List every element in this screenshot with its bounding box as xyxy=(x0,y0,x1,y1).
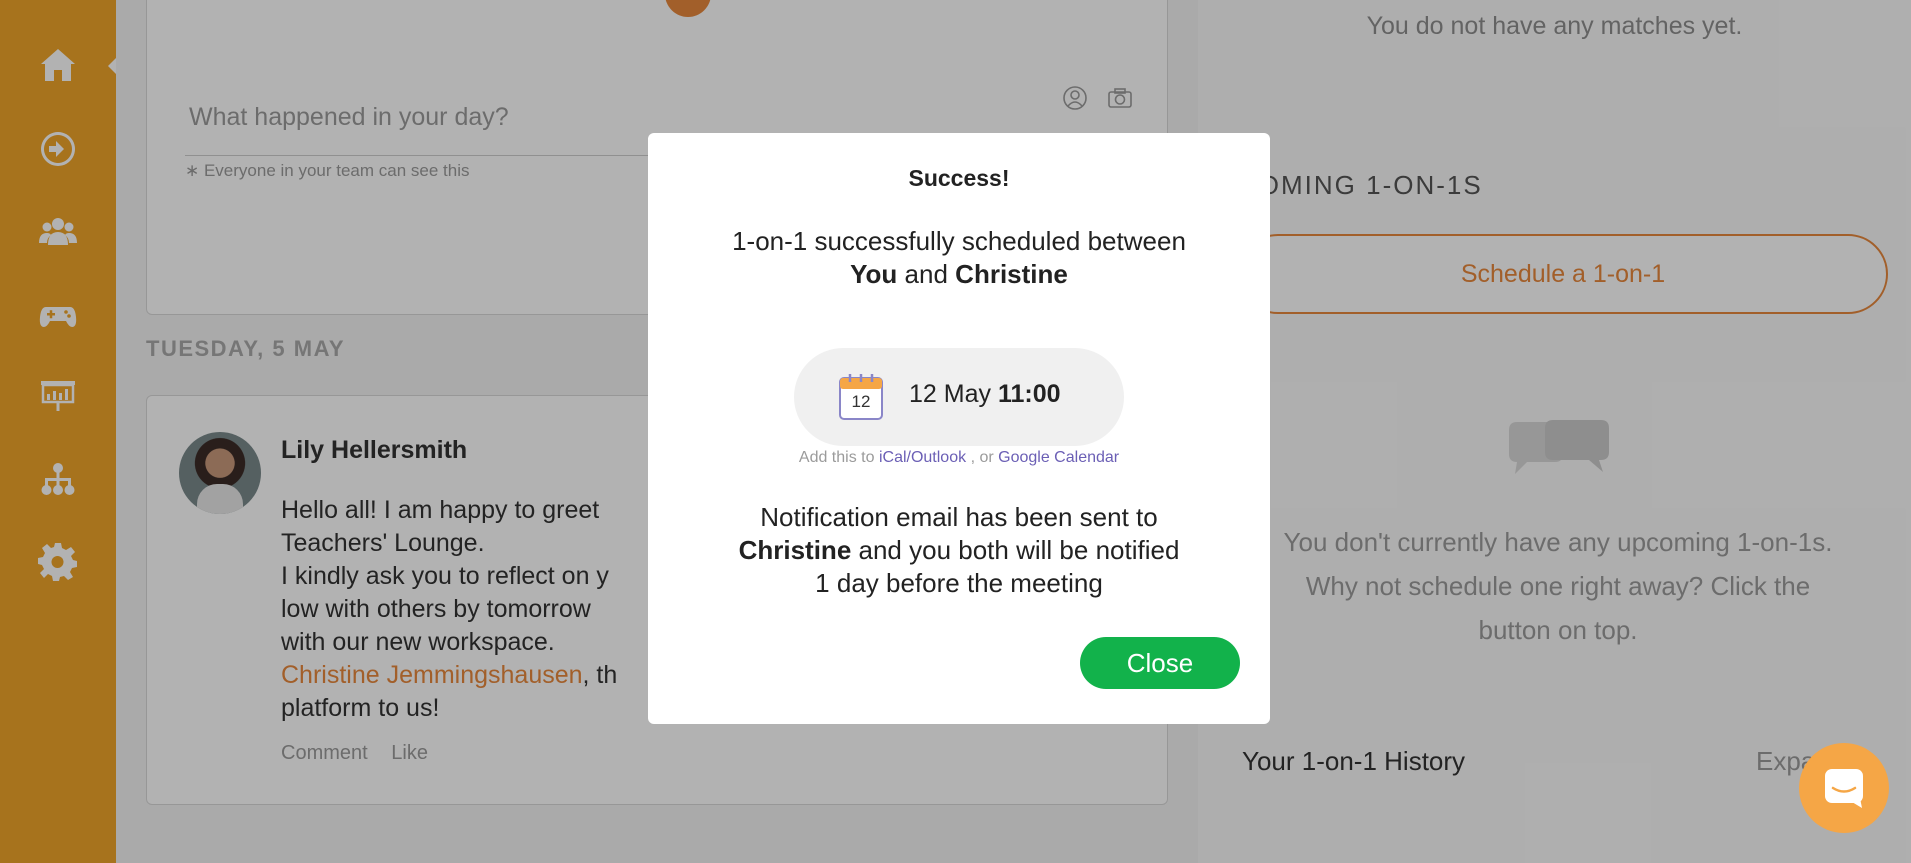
participant-name: Christine xyxy=(955,259,1068,289)
close-button[interactable]: Close xyxy=(1080,637,1240,689)
meeting-time: 11:00 xyxy=(997,380,1061,408)
notif-line: 1 day before the meeting xyxy=(815,568,1103,598)
date-pill: 12 12 May 11:00 xyxy=(794,348,1124,446)
notification-text: Notification email has been sent to Chri… xyxy=(708,501,1210,600)
modal-message-line: You and Christine xyxy=(648,258,1270,291)
calendar-day: 12 xyxy=(851,392,871,411)
notif-name: Christine xyxy=(738,535,852,565)
add-separator: , or xyxy=(970,449,994,466)
add-to-calendar: Add this to iCal/Outlook , or Google Cal… xyxy=(648,449,1270,467)
meeting-date: 12 May xyxy=(909,380,991,408)
ical-outlook-link[interactable]: iCal/Outlook xyxy=(879,449,966,466)
modal-message-line: 1-on-1 successfully scheduled between xyxy=(732,226,1186,256)
chat-icon xyxy=(1825,769,1863,808)
meeting-datetime: 12 May 11:00 xyxy=(909,380,1061,409)
modal-message: 1-on-1 successfully scheduled between Yo… xyxy=(648,225,1270,291)
modal-title: Success! xyxy=(908,165,1010,191)
notif-line-rest: and you both will be notified xyxy=(858,535,1180,565)
add-prefix: Add this to xyxy=(798,449,875,466)
and-label: and xyxy=(904,259,948,289)
you-label: You xyxy=(850,259,898,289)
google-calendar-link[interactable]: Google Calendar xyxy=(998,449,1119,466)
notif-line: Christine and you both will be notified xyxy=(708,534,1210,567)
success-modal: Success! 1-on-1 successfully scheduled b… xyxy=(648,133,1270,724)
chat-launcher-button[interactable] xyxy=(1799,743,1889,833)
notif-line: Notification email has been sent to xyxy=(760,502,1158,532)
